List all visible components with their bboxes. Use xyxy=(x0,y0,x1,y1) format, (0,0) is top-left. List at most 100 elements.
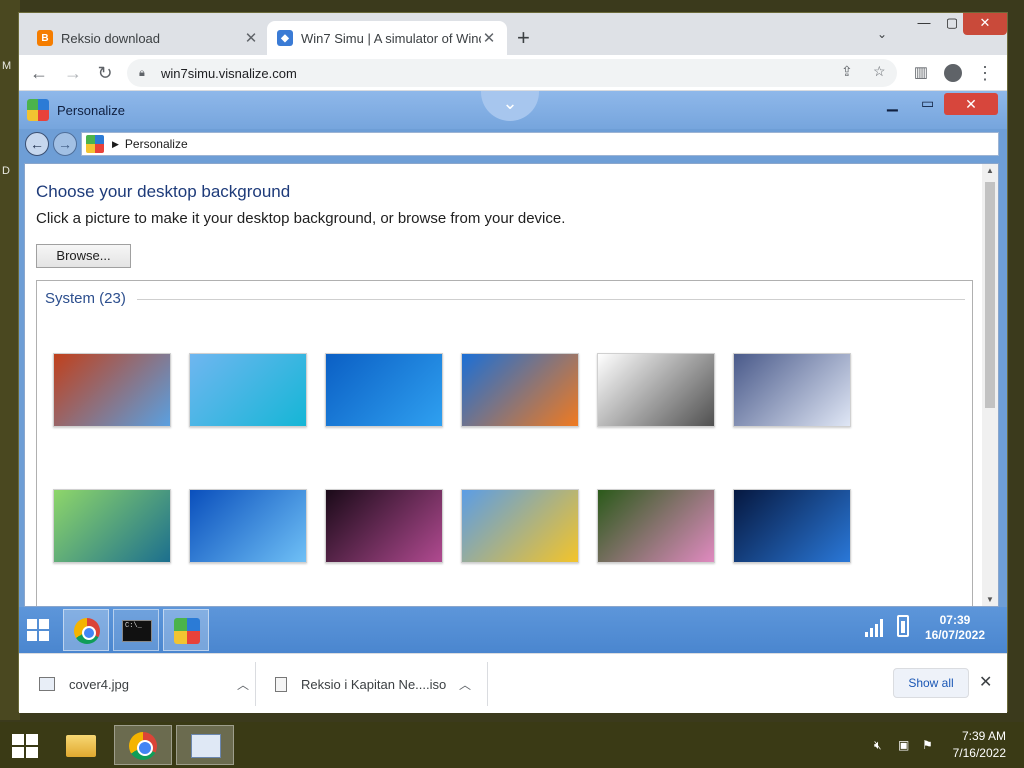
download-filename: cover4.jpg xyxy=(69,676,129,692)
battery-icon[interactable] xyxy=(897,615,909,637)
sim-maximize-button[interactable]: ▭ xyxy=(921,95,934,112)
forward-icon[interactable]: → xyxy=(53,132,77,156)
control-panel-icon[interactable] xyxy=(176,725,234,765)
network-icon[interactable]: ▣ xyxy=(898,738,909,752)
personalize-icon[interactable] xyxy=(163,609,209,651)
cmd-icon[interactable] xyxy=(113,609,159,651)
page-title: Choose your desktop background xyxy=(36,182,291,201)
scrollbar[interactable]: ▲ ▼ xyxy=(982,164,998,606)
win7-icon: ◆ xyxy=(277,30,293,46)
wallpaper-thumbnail[interactable] xyxy=(733,353,851,427)
wallpaper-thumbnail[interactable] xyxy=(597,489,715,563)
chevron-down-icon[interactable]: ⌄ xyxy=(877,27,887,41)
tab-win7-simu[interactable]: ◆ Win7 Simu | A simulator of Wind ✕ xyxy=(267,21,507,55)
chevron-up-icon[interactable]: ︿ xyxy=(237,676,249,693)
download-item[interactable]: cover4.jpg ︿ xyxy=(39,654,249,714)
desktop-icon-label[interactable]: D xyxy=(2,165,10,177)
host-date: 7/16/2022 xyxy=(952,746,1006,760)
host-taskbar: 🔇︎ ▣ ⚑ 7:39 AM 7/16/2022 xyxy=(0,722,1024,768)
chevron-down-icon[interactable]: ⌄ xyxy=(481,91,539,121)
wallpaper-thumbnail[interactable] xyxy=(325,489,443,563)
chevron-up-icon[interactable]: ︿ xyxy=(459,676,471,693)
tab-strip: B Reksio download ✕ ◆ Win7 Simu | A simu… xyxy=(19,13,1007,55)
sim-close-button[interactable]: ✕ xyxy=(944,93,998,115)
close-window-button[interactable]: ✕ xyxy=(963,13,1007,35)
tab-title: Win7 Simu | A simulator of Wind xyxy=(301,30,481,46)
blogger-icon: B xyxy=(37,30,53,46)
sim-minimize-button[interactable]: ▁ xyxy=(887,95,898,112)
arrow-left-icon[interactable]: ← xyxy=(27,61,51,85)
scroll-up-icon[interactable]: ▲ xyxy=(982,166,998,175)
personalize-icon xyxy=(86,135,104,153)
wallpaper-thumbnail[interactable] xyxy=(733,489,851,563)
page-description: Click a picture to make it your desktop … xyxy=(36,210,566,227)
personalize-panel: Choose your desktop background Click a p… xyxy=(24,163,999,607)
wallpaper-thumbnail[interactable] xyxy=(597,353,715,427)
divider xyxy=(487,662,488,706)
desktop-icon-label[interactable]: M xyxy=(2,60,11,72)
group-label: System (23) xyxy=(45,290,132,307)
lock-icon: 🔒︎ xyxy=(139,67,145,79)
scroll-down-icon[interactable]: ▼ xyxy=(982,595,998,604)
arrow-right-icon[interactable]: → xyxy=(61,61,85,85)
new-tab-button[interactable]: + xyxy=(517,25,530,51)
wallpaper-thumbnail[interactable] xyxy=(53,489,171,563)
action-center-icon[interactable]: ⚑ xyxy=(922,738,933,752)
breadcrumb-item[interactable]: Personalize xyxy=(125,137,188,151)
wallpaper-group: System (23) xyxy=(36,280,973,606)
kebab-menu-icon[interactable]: ⋮ xyxy=(973,61,997,85)
wallpaper-thumbnail[interactable] xyxy=(461,489,579,563)
sim-taskbar: 07:39 16/07/2022 xyxy=(19,607,1007,653)
address-bar[interactable]: 🔒︎ win7simu.visnalize.com xyxy=(127,59,897,87)
close-icon[interactable]: ✕ xyxy=(481,29,497,47)
tab-reksio-download[interactable]: B Reksio download ✕ xyxy=(27,21,269,55)
download-item[interactable]: Reksio i Kapitan Ne....iso ︿ xyxy=(275,654,471,714)
sim-time: 07:39 xyxy=(939,613,971,627)
host-time: 7:39 AM xyxy=(961,729,1006,743)
tab-title: Reksio download xyxy=(61,30,161,46)
star-icon[interactable]: ☆ xyxy=(873,63,886,80)
windows-start-icon[interactable] xyxy=(12,734,38,758)
chrome-icon[interactable] xyxy=(114,725,172,765)
host-clock[interactable]: 7:39 AM 7/16/2022 xyxy=(953,728,1006,762)
sim-window-titlebar: Personalize ⌄ ▁ ▭ ✕ xyxy=(19,91,1007,129)
close-icon[interactable]: ✕ xyxy=(243,29,259,47)
wallpaper-thumbnail[interactable] xyxy=(325,353,443,427)
profile-icon[interactable] xyxy=(941,61,965,85)
windows-start-icon[interactable] xyxy=(27,619,49,641)
back-icon[interactable]: ← xyxy=(25,132,49,156)
volume-muted-icon[interactable]: 🔇︎ xyxy=(874,738,882,753)
divider xyxy=(137,299,965,300)
signal-icon[interactable] xyxy=(865,617,887,637)
show-all-button[interactable]: Show all xyxy=(893,668,969,698)
sim-window-title: Personalize xyxy=(57,103,125,118)
wallpaper-thumbnail[interactable] xyxy=(189,353,307,427)
reload-icon[interactable]: ↻ xyxy=(93,61,117,85)
image-file-icon xyxy=(39,677,55,691)
share-icon[interactable]: ⇪ xyxy=(841,63,853,80)
browse-button[interactable]: Browse... xyxy=(36,244,131,268)
browser-toolbar: ← → ↻ 🔒︎ win7simu.visnalize.com ⇪ ☆ ▥ ⋮ xyxy=(19,55,1007,91)
chevron-right-icon[interactable]: ▶ xyxy=(112,139,119,150)
sim-date: 16/07/2022 xyxy=(924,628,985,642)
scrollbar-thumb[interactable] xyxy=(985,182,995,408)
file-explorer-icon[interactable] xyxy=(52,725,110,765)
chrome-icon[interactable] xyxy=(63,609,109,651)
page-content: Personalize ⌄ ▁ ▭ ✕ ← → ▶ Personalize Ch… xyxy=(19,91,1007,653)
desktop-edge xyxy=(0,0,20,720)
wallpaper-thumbnail[interactable] xyxy=(189,489,307,563)
wallpaper-thumbnail[interactable] xyxy=(461,353,579,427)
personalize-icon xyxy=(27,99,49,121)
minimize-button[interactable]: — xyxy=(909,13,939,35)
breadcrumb[interactable]: ▶ Personalize xyxy=(81,132,999,156)
url-text: win7simu.visnalize.com xyxy=(161,65,297,81)
close-icon[interactable]: ✕ xyxy=(979,672,992,692)
sim-navigation-bar: ← → ▶ Personalize xyxy=(19,129,1007,159)
browser-window: B Reksio download ✕ ◆ Win7 Simu | A simu… xyxy=(18,12,1008,714)
sim-clock[interactable]: 07:39 16/07/2022 xyxy=(925,613,985,643)
side-panel-icon[interactable]: ▥ xyxy=(909,61,933,85)
wallpaper-thumbnail[interactable] xyxy=(53,353,171,427)
divider xyxy=(255,662,256,706)
disc-file-icon xyxy=(275,676,287,692)
download-filename: Reksio i Kapitan Ne....iso xyxy=(301,676,447,692)
